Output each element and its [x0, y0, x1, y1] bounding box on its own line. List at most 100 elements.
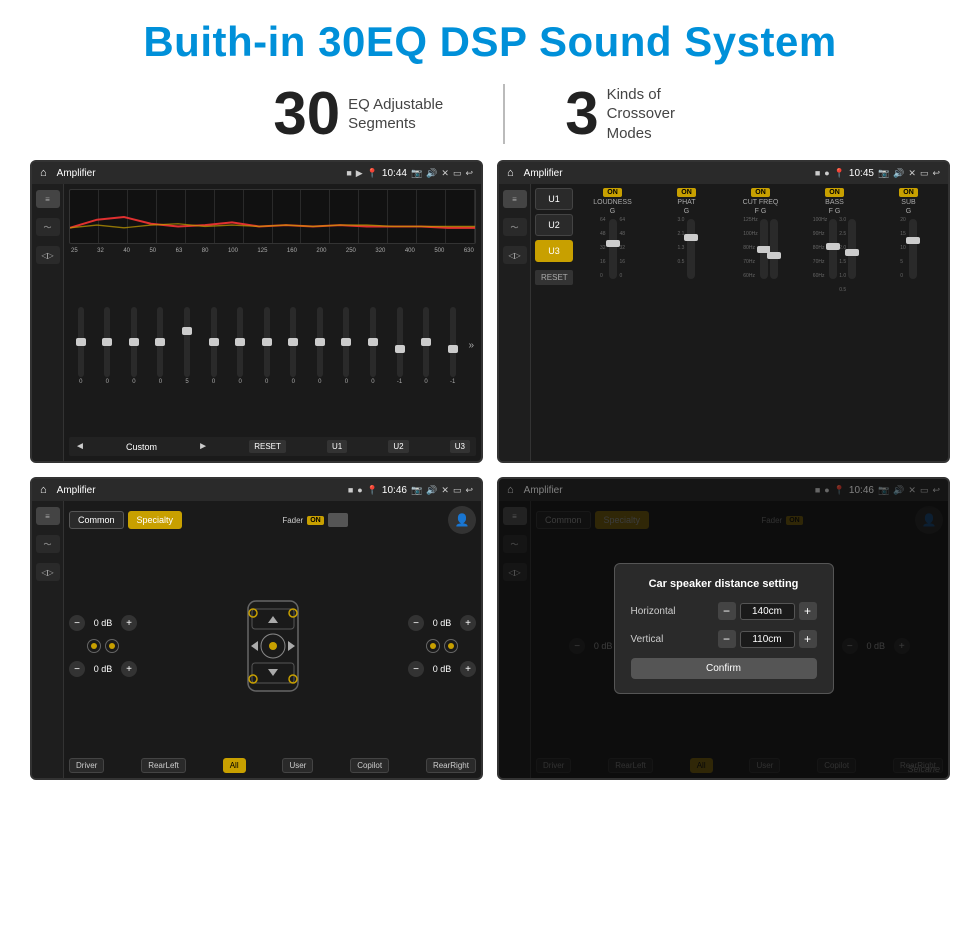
back-icon-3[interactable]: ↩ — [465, 485, 473, 496]
back-icon-2[interactable]: ↩ — [932, 168, 940, 179]
eq-slider-13[interactable]: -1 — [388, 307, 412, 385]
fader-common-btn[interactable]: Common — [69, 511, 124, 529]
channel-phat: ON PHAT G 3.02.11.30.5 — [651, 188, 722, 457]
dialog-vertical-input[interactable]: 110cm — [740, 631, 795, 648]
eq-slider-7[interactable]: 0 — [228, 307, 252, 385]
cutfreq-toggle[interactable]: ON — [751, 188, 770, 197]
eq-slider-8[interactable]: 0 — [255, 307, 279, 385]
profile-icon[interactable]: 👤 — [448, 506, 476, 534]
dialog-horizontal-row: Horizontal − 140cm + — [631, 602, 817, 620]
loudness-toggle[interactable]: ON — [603, 188, 622, 197]
driver-btn[interactable]: Driver — [69, 758, 104, 773]
vol-tl-plus[interactable]: + — [121, 615, 137, 631]
crossover-reset-btn[interactable]: RESET — [535, 270, 573, 285]
dialog-horizontal-plus[interactable]: + — [799, 602, 817, 620]
eq-slider-5[interactable]: 5 — [175, 307, 199, 385]
vol-br-plus[interactable]: + — [460, 661, 476, 677]
sidebar-eq-btn[interactable]: ≡ — [36, 190, 60, 208]
speaker-icon-tl2 — [105, 639, 119, 653]
fader-top-row: Common Specialty Fader ON 👤 — [69, 506, 476, 534]
dialog-vertical-label: Vertical — [631, 634, 691, 645]
vol-tl-value: 0 dB — [89, 618, 117, 628]
sidebar-eq-btn-3[interactable]: ≡ — [36, 507, 60, 525]
back-icon[interactable]: ↩ — [465, 168, 473, 179]
eq-prev-btn[interactable]: ◄ — [75, 441, 85, 452]
eq-slider-6[interactable]: 0 — [202, 307, 226, 385]
vol-bl-plus[interactable]: + — [121, 661, 137, 677]
phat-toggle[interactable]: ON — [677, 188, 696, 197]
user-btn[interactable]: User — [282, 758, 313, 773]
rearright-btn[interactable]: RearRight — [426, 758, 476, 773]
eq-slider-12[interactable]: 0 — [361, 307, 385, 385]
bass-slider-f[interactable] — [829, 219, 837, 279]
fader-specialty-btn[interactable]: Specialty — [128, 511, 183, 529]
crossover-u2-btn[interactable]: U2 — [535, 214, 573, 236]
sidebar-vol-btn[interactable]: ◁▷ — [36, 246, 60, 264]
sub-toggle[interactable]: ON — [899, 188, 918, 197]
eq-slider-10[interactable]: 0 — [308, 307, 332, 385]
eq-u1-btn[interactable]: U1 — [327, 440, 347, 453]
sidebar-wave-btn[interactable]: 〜 — [36, 218, 60, 236]
cutfreq-slider-g[interactable] — [770, 219, 778, 279]
vol-br-minus[interactable]: − — [408, 661, 424, 677]
vol-tl-minus[interactable]: − — [69, 615, 85, 631]
sidebar-vol-btn-3[interactable]: ◁▷ — [36, 563, 60, 581]
eq-slider-3[interactable]: 0 — [122, 307, 146, 385]
sidebar-vol-btn-2[interactable]: ◁▷ — [503, 246, 527, 264]
eq-slider-14[interactable]: 0 — [414, 307, 438, 385]
home-icon-2[interactable]: ⌂ — [507, 167, 514, 179]
crossover-u1-btn[interactable]: U1 — [535, 188, 573, 210]
dialog-vertical-minus[interactable]: − — [718, 630, 736, 648]
fader-screen-title: Amplifier — [57, 485, 342, 496]
eq-sidebar: ≡ 〜 ◁▷ — [32, 184, 64, 461]
copilot-btn[interactable]: Copilot — [350, 758, 389, 773]
fader-status-bar: ⌂ Amplifier ■ ● 📍 10:46 📷 🔊 ✕ ▭ ↩ — [32, 479, 481, 501]
vol-bl-minus[interactable]: − — [69, 661, 85, 677]
record-icon: ■ — [346, 168, 351, 178]
eq-slider-2[interactable]: 0 — [96, 307, 120, 385]
loudness-slider[interactable] — [609, 219, 617, 279]
eq-slider-15[interactable]: -1 — [441, 307, 465, 385]
stat-crossover-label: Kinds ofCrossover Modes — [607, 85, 707, 144]
bass-toggle[interactable]: ON — [825, 188, 844, 197]
eq-status-bar: ⌂ Amplifier ■ ▶ 📍 10:44 📷 🔊 ✕ ▭ ↩ — [32, 162, 481, 184]
sidebar-eq-btn-2[interactable]: ≡ — [503, 190, 527, 208]
eq-slider-4[interactable]: 0 — [149, 307, 173, 385]
eq-u2-btn[interactable]: U2 — [388, 440, 408, 453]
all-btn[interactable]: All — [223, 758, 246, 773]
eq-screen: ⌂ Amplifier ■ ▶ 📍 10:44 📷 🔊 ✕ ▭ ↩ ≡ 〜 ◁▷ — [30, 160, 483, 463]
eq-slider-9[interactable]: 0 — [282, 307, 306, 385]
crossover-u3-btn[interactable]: U3 — [535, 240, 573, 262]
channel-loudness: ON LOUDNESS G 644832160 — [577, 188, 648, 457]
eq-u3-btn[interactable]: U3 — [450, 440, 470, 453]
eq-reset-btn[interactable]: RESET — [249, 440, 286, 453]
eq-slider-1[interactable]: 0 — [69, 307, 93, 385]
channel-bass: ON BASS F G 100Hz90Hz80Hz70Hz60Hz — [799, 188, 870, 457]
sidebar-wave-btn-2[interactable]: 〜 — [503, 218, 527, 236]
rearleft-btn[interactable]: RearLeft — [141, 758, 186, 773]
cutfreq-slider-f[interactable] — [760, 219, 768, 279]
sidebar-wave-btn-3[interactable]: 〜 — [36, 535, 60, 553]
volume-icon: 🔊 — [426, 168, 437, 179]
eq-nav-row: ◄ Custom ► RESET U1 U2 U3 — [69, 437, 476, 456]
dialog-vertical-plus[interactable]: + — [799, 630, 817, 648]
vol-tr-plus[interactable]: + — [460, 615, 476, 631]
home-icon[interactable]: ⌂ — [40, 167, 47, 179]
vol-tr-minus[interactable]: − — [408, 615, 424, 631]
phat-g-label: G — [684, 208, 689, 215]
sub-slider[interactable] — [909, 219, 917, 279]
dialog-horizontal-minus[interactable]: − — [718, 602, 736, 620]
bass-slider-g[interactable] — [848, 219, 856, 279]
dialog-horizontal-input[interactable]: 140cm — [740, 603, 795, 620]
volume-icon-2: 🔊 — [893, 168, 904, 179]
loudness-g-label: G — [610, 208, 615, 215]
eq-screen-title: Amplifier — [57, 168, 341, 179]
confirm-button[interactable]: Confirm — [631, 658, 817, 679]
fader-screen: ⌂ Amplifier ■ ● 📍 10:46 📷 🔊 ✕ ▭ ↩ ≡ 〜 ◁▷ — [30, 477, 483, 780]
phat-slider[interactable] — [687, 219, 695, 279]
eq-slider-11[interactable]: 0 — [335, 307, 359, 385]
eq-main: 2532405063 80100125160200 25032040050063… — [64, 184, 481, 461]
eq-next-btn[interactable]: ► — [198, 441, 208, 452]
home-icon-3[interactable]: ⌂ — [40, 484, 47, 496]
crossover-body: U1 U2 U3 RESET ON LOUDNESS G — [535, 188, 944, 457]
